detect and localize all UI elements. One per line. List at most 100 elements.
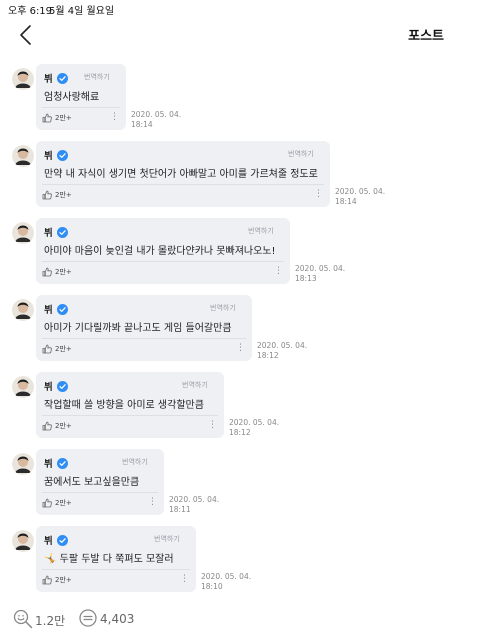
footer-bar: 1.2만 4,403 <box>0 602 480 636</box>
thumbs-up-icon <box>42 113 52 123</box>
post-timestamp: 2020. 05. 04. 18:14 <box>335 187 385 207</box>
like-button[interactable]: 2만+ <box>42 343 72 355</box>
message-bubble[interactable]: 뷔 번역하기 만약 내 자식이 생기면 첫단어가 아빠말고 아미를 가르쳐줄 정… <box>36 141 330 207</box>
divider <box>42 184 324 185</box>
divider <box>42 261 284 262</box>
thumbs-up-icon <box>42 344 52 354</box>
like-count: 2만+ <box>55 114 72 122</box>
avatar[interactable] <box>12 530 34 552</box>
translate-link[interactable]: 번역하기 <box>154 534 180 544</box>
post-content: 꿈에서도 보고싶을만큼 <box>44 477 140 488</box>
more-options-icon[interactable]: ⋮ <box>274 265 283 277</box>
like-button[interactable]: 2만+ <box>42 420 72 432</box>
divider <box>42 107 120 108</box>
like-count: 2만+ <box>55 422 72 430</box>
post-content: 🤸 두팔 두발 다 쭉펴도 모잘러 <box>44 554 174 565</box>
post-date: 2020. 05. 04. <box>131 110 182 119</box>
post-time: 18:12 <box>257 351 279 360</box>
message-bubble[interactable]: 뷔 번역하기 엄청사랑해료 2만+ ⋮ <box>36 64 126 130</box>
more-options-icon[interactable]: ⋮ <box>110 111 119 123</box>
like-count: 2만+ <box>55 268 72 276</box>
like-count: 2만+ <box>55 191 72 199</box>
author-name: 뷔 <box>44 151 53 162</box>
divider <box>42 415 218 416</box>
post-date: 2020. 05. 04. <box>169 495 220 504</box>
translate-link[interactable]: 번역하기 <box>210 303 236 313</box>
author-name: 뷔 <box>44 228 53 239</box>
author-name: 뷔 <box>44 305 53 316</box>
avatar[interactable] <box>12 453 34 475</box>
verified-icon <box>56 72 68 84</box>
like-count: 2만+ <box>55 499 72 507</box>
like-count: 2만+ <box>55 345 72 353</box>
comment-icon[interactable] <box>78 608 98 628</box>
message-bubble[interactable]: 뷔 번역하기 🤸 두팔 두발 다 쭉펴도 모잘러 2만+ ⋮ <box>36 526 196 592</box>
post-timestamp: 2020. 05. 04. 18:12 <box>257 341 307 361</box>
footer-comment-count: 4,403 <box>100 612 135 626</box>
post-timestamp: 2020. 05. 04. 18:13 <box>295 264 345 284</box>
header: 포스트 <box>0 18 480 52</box>
avatar[interactable] <box>12 376 34 398</box>
translate-link[interactable]: 번역하기 <box>288 149 314 159</box>
post-item: 뷔 번역하기 아미가 기다릴까봐 끝나고도 게임 들어갈만큼 2만+ ⋮ 202… <box>0 295 480 361</box>
back-button[interactable] <box>14 21 38 49</box>
avatar[interactable] <box>12 299 34 321</box>
avatar[interactable] <box>12 145 34 167</box>
post-date: 2020. 05. 04. <box>257 341 308 350</box>
thumbs-up-icon <box>42 575 52 585</box>
thumbs-up-icon <box>42 421 52 431</box>
avatar[interactable] <box>12 222 34 244</box>
more-options-icon[interactable]: ⋮ <box>180 573 189 585</box>
verified-icon <box>56 457 68 469</box>
author-name: 뷔 <box>44 74 53 85</box>
chevron-left-icon <box>20 25 31 45</box>
post-item: 뷔 번역하기 만약 내 자식이 생기면 첫단어가 아빠말고 아미를 가르쳐줄 정… <box>0 141 480 207</box>
translate-link[interactable]: 번역하기 <box>122 457 148 467</box>
translate-link[interactable]: 번역하기 <box>84 72 110 82</box>
translate-link[interactable]: 번역하기 <box>248 226 274 236</box>
footer-like-count: 1.2만 <box>35 614 66 628</box>
message-bubble[interactable]: 뷔 번역하기 아미가 기다릴까봐 끝나고도 게임 들어갈만큼 2만+ ⋮ <box>36 295 252 361</box>
more-options-icon[interactable]: ⋮ <box>208 419 217 431</box>
post-date: 2020. 05. 04. <box>201 572 252 581</box>
divider <box>42 492 158 493</box>
more-options-icon[interactable]: ⋮ <box>236 342 245 354</box>
message-bubble[interactable]: 뷔 번역하기 작업할때 쓸 방향을 아미로 생각할만큼 2만+ ⋮ <box>36 372 224 438</box>
page-title: 포스트 <box>408 29 444 44</box>
post-date: 2020. 05. 04. <box>229 418 280 427</box>
post-time: 18:14 <box>131 120 153 129</box>
post-timestamp: 2020. 05. 04. 18:11 <box>169 495 219 515</box>
author-name: 뷔 <box>44 536 53 547</box>
translate-link[interactable]: 번역하기 <box>182 380 208 390</box>
like-button[interactable]: 2만+ <box>42 266 72 278</box>
avatar[interactable] <box>12 68 34 90</box>
post-time: 18:10 <box>201 582 223 591</box>
status-time: 오후 6:19 <box>8 6 53 17</box>
more-options-icon[interactable]: ⋮ <box>314 188 323 200</box>
author-name: 뷔 <box>44 382 53 393</box>
post-content: 엄청사랑해료 <box>44 92 100 103</box>
thumbs-up-icon <box>42 267 52 277</box>
post-item: 뷔 번역하기 🤸 두팔 두발 다 쭉펴도 모잘러 2만+ ⋮ 2020. 05.… <box>0 526 480 592</box>
verified-icon <box>56 534 68 546</box>
post-timestamp: 2020. 05. 04. 18:14 <box>131 110 181 130</box>
message-bubble[interactable]: 뷔 번역하기 꿈에서도 보고싶을만큼 2만+ ⋮ <box>36 449 164 515</box>
post-content: 만약 내 자식이 생기면 첫단어가 아빠말고 아미를 가르쳐줄 정도로 <box>44 169 318 180</box>
like-icon[interactable] <box>12 608 34 630</box>
verified-icon <box>56 303 68 315</box>
like-button[interactable]: 2만+ <box>42 112 72 124</box>
post-content: 아미야 마음이 늦인걸 내가 몰랐다얀카나 못빠져나오노! <box>44 246 276 257</box>
more-options-icon[interactable]: ⋮ <box>148 496 157 508</box>
post-content: 아미가 기다릴까봐 끝나고도 게임 들어갈만큼 <box>44 323 232 334</box>
verified-icon <box>56 380 68 392</box>
divider <box>42 569 190 570</box>
divider <box>42 338 246 339</box>
author-name: 뷔 <box>44 459 53 470</box>
like-button[interactable]: 2만+ <box>42 497 72 509</box>
like-button[interactable]: 2만+ <box>42 574 72 586</box>
post-time: 18:14 <box>335 197 357 206</box>
like-button[interactable]: 2만+ <box>42 189 72 201</box>
post-item: 뷔 번역하기 아미야 마음이 늦인걸 내가 몰랐다얀카나 못빠져나오노! 2만+… <box>0 218 480 284</box>
message-bubble[interactable]: 뷔 번역하기 아미야 마음이 늦인걸 내가 몰랐다얀카나 못빠져나오노! 2만+… <box>36 218 290 284</box>
like-count: 2만+ <box>55 576 72 584</box>
